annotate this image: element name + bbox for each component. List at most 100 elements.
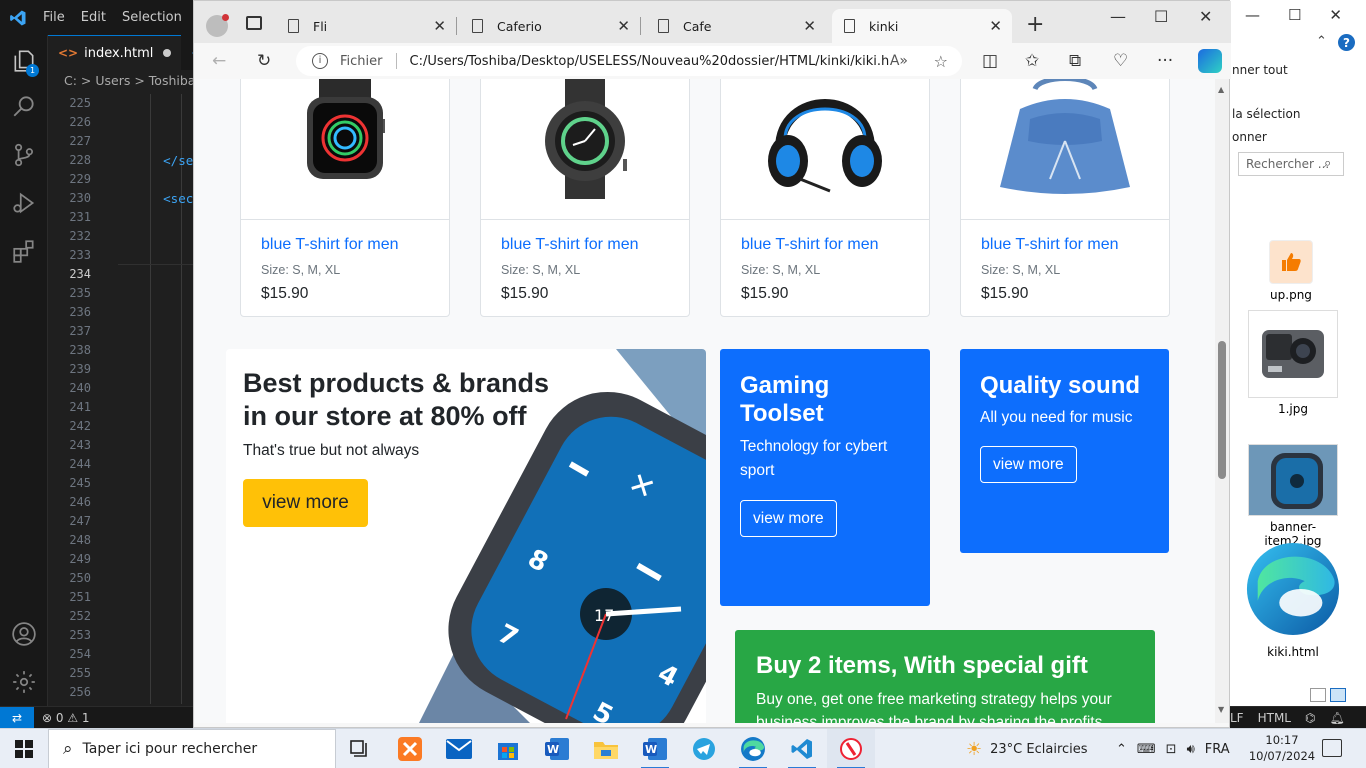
address-url[interactable]: C:/Users/Toshiba/Desktop/USELESS/Nouveau…	[410, 54, 890, 69]
browser-tab-fli[interactable]: Fli ✕	[276, 9, 457, 43]
minimize-icon[interactable]: —	[1245, 6, 1260, 24]
eol-indicator[interactable]: LF	[1230, 711, 1244, 725]
notification-center-icon[interactable]	[1322, 739, 1342, 757]
close-tab-icon[interactable]: ✕	[617, 17, 630, 35]
volume-icon[interactable]: 🔊︎	[1187, 742, 1195, 757]
vscode-app-icon[interactable]	[778, 729, 826, 768]
view-more-button[interactable]: view more	[980, 446, 1077, 483]
details-view-icon[interactable]	[1310, 688, 1326, 702]
problems-indicator[interactable]: ⊗ 0 ⚠ 1	[34, 711, 90, 725]
explorer-icon[interactable]: 1	[0, 37, 48, 85]
input-method-icon[interactable]: ⌨	[1137, 742, 1156, 757]
word-app-icon[interactable]: W	[533, 729, 581, 768]
close-tab-icon[interactable]: ✕	[803, 17, 816, 35]
site-info-icon[interactable]: i	[312, 53, 328, 69]
mail-app-icon[interactable]	[435, 729, 483, 768]
product-card[interactable]: blue T-shirt for men Size: S, M, XL $15.…	[480, 79, 690, 317]
source-control-icon[interactable]	[0, 131, 48, 179]
back-arrow-icon[interactable]: ←	[212, 51, 226, 71]
close-tab-icon[interactable]: ✕	[989, 17, 1002, 35]
taskbar-search-placeholder: Taper ici pour rechercher	[82, 741, 258, 757]
browser-tab-caferio[interactable]: Caferio ✕	[460, 9, 641, 43]
file-explorer-app-icon[interactable]	[582, 729, 630, 768]
product-card[interactable]: blue T-shirt for men Size: S, M, XL $15.…	[240, 79, 450, 317]
windows-start-icon[interactable]	[0, 729, 48, 768]
menu-file[interactable]: File	[35, 0, 73, 35]
product-name[interactable]: blue T-shirt for men	[261, 236, 399, 254]
product-name[interactable]: blue T-shirt for men	[981, 236, 1119, 254]
product-name[interactable]: blue T-shirt for men	[501, 236, 639, 254]
view-more-button[interactable]: view more	[740, 500, 837, 537]
invert-selection-item[interactable]: la sélection	[1232, 107, 1300, 121]
menu-selection[interactable]: Selection	[114, 0, 190, 35]
profile-avatar[interactable]	[206, 14, 229, 37]
editor-tab-index-html[interactable]: <> index.html	[48, 35, 182, 70]
favorites-icon[interactable]: ✩	[1025, 51, 1039, 71]
edge-app-icon[interactable]	[729, 729, 777, 768]
live-share-icon[interactable]: ⌬	[1305, 711, 1315, 725]
weather-widget[interactable]: ☀ 23°C Eclaircies	[966, 729, 1088, 768]
close-icon[interactable]: ✕	[1199, 7, 1212, 26]
product-card[interactable]: blue T-shirt for men Size: S, M, XL $15.…	[720, 79, 930, 317]
tab-actions-icon[interactable]	[246, 16, 262, 30]
code-editor[interactable]: </ </sect <secti <d	[118, 94, 194, 284]
menu-edit[interactable]: Edit	[73, 0, 114, 35]
view-more-button[interactable]: view more	[243, 479, 368, 527]
store-app-icon[interactable]	[484, 729, 532, 768]
bell-icon[interactable]: 🔔︎	[1329, 711, 1344, 725]
split-screen-icon[interactable]: ◫	[982, 51, 998, 71]
desktop-icon-up-png[interactable]: up.png	[1256, 240, 1326, 302]
desktop-icon-banner-item2[interactable]: banner-item2.jpg	[1242, 444, 1344, 548]
settings-gear-icon[interactable]	[0, 658, 48, 706]
product-name[interactable]: blue T-shirt for men	[741, 236, 879, 254]
taskbar-clock[interactable]: 10:17 10/07/2024	[1247, 732, 1317, 764]
maximize-icon[interactable]: ☐	[1288, 6, 1301, 24]
browser-tab-cafe[interactable]: Cafe ✕	[646, 9, 826, 43]
line-number: 241	[69, 400, 91, 414]
extensions-icon[interactable]	[0, 227, 48, 275]
network-icon[interactable]: ⊡	[1166, 742, 1177, 757]
help-icon[interactable]: ?	[1338, 34, 1355, 51]
minimize-icon[interactable]: —	[1110, 7, 1126, 26]
product-card[interactable]: blue T-shirt for men Size: S, M, XL $15.…	[960, 79, 1170, 317]
taskbar-search-input[interactable]: ⌕ Taper ici pour rechercher	[48, 729, 336, 768]
task-view-icon[interactable]	[336, 729, 384, 768]
new-tab-plus-icon[interactable]: +	[1026, 12, 1044, 37]
chevron-up-icon[interactable]: ⌃	[1116, 742, 1127, 757]
search-icon[interactable]	[0, 82, 48, 130]
large-icons-view-icon[interactable]	[1330, 688, 1346, 702]
remote-icon[interactable]: ⇄	[0, 706, 34, 729]
language-mode[interactable]: HTML	[1258, 711, 1291, 725]
collections-icon[interactable]: ⧉	[1069, 51, 1081, 71]
paint-app-icon[interactable]	[827, 729, 875, 768]
close-tab-icon[interactable]: ✕	[433, 17, 446, 35]
select-none-item[interactable]: onner	[1232, 130, 1267, 144]
desktop-icon-1-jpg[interactable]: 1.jpg	[1244, 310, 1342, 416]
language-indicator[interactable]: FRA	[1205, 742, 1230, 757]
scrollbar-thumb[interactable]	[1218, 341, 1226, 479]
more-menu-icon[interactable]: ···	[1157, 51, 1173, 71]
read-aloud-icon[interactable]: A»	[890, 53, 908, 69]
xampp-app-icon[interactable]	[386, 729, 434, 768]
word-app-icon-running[interactable]: W	[631, 729, 679, 768]
camera-thumbnail	[1248, 310, 1338, 398]
scroll-up-icon[interactable]: ▲	[1218, 85, 1224, 94]
address-bar[interactable]: i Fichier C:/Users/Toshiba/Desktop/USELE…	[296, 46, 962, 76]
maximize-icon[interactable]: ☐	[1154, 7, 1168, 26]
breadcrumb[interactable]: C: > Users > Toshiba >	[48, 70, 194, 92]
favorite-star-icon[interactable]: ☆	[934, 52, 948, 71]
select-all-item[interactable]: nner tout	[1232, 63, 1288, 77]
browser-tab-kinki[interactable]: kinki ✕	[832, 9, 1012, 43]
copilot-icon[interactable]	[1198, 49, 1222, 73]
watch-thumbnail	[1248, 444, 1338, 516]
account-icon[interactable]	[0, 610, 48, 658]
desktop-icon-kiki-html[interactable]: kiki.html	[1242, 540, 1344, 659]
page-scrollbar[interactable]: ▲ ▼	[1215, 79, 1229, 723]
scroll-down-icon[interactable]: ▼	[1218, 705, 1224, 714]
chevron-up-icon[interactable]: ⌃	[1316, 34, 1327, 49]
run-debug-icon[interactable]	[0, 179, 48, 227]
telegram-app-icon[interactable]	[680, 729, 728, 768]
refresh-icon[interactable]: ↻	[257, 51, 271, 71]
browser-essentials-icon[interactable]: ♡	[1113, 51, 1128, 71]
close-icon[interactable]: ✕	[1329, 6, 1342, 24]
